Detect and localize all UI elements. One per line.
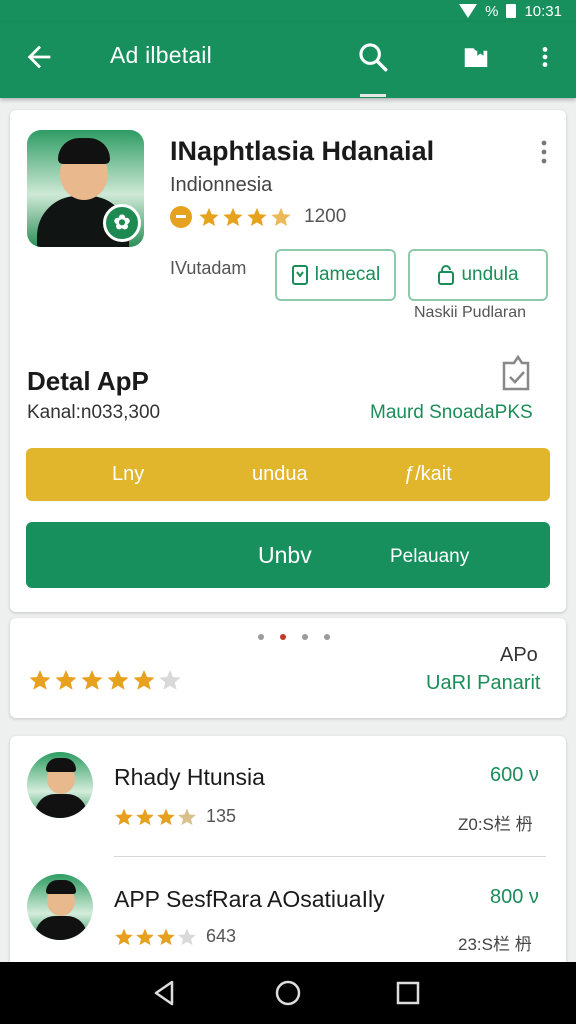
more-options-icon[interactable] <box>536 138 552 166</box>
rating-card-link[interactable]: UaRI Panarit <box>426 672 541 695</box>
app-list-card: Rhady Htunsia 600 ν 135 Z0:S栏 枬 APP Sesf… <box>10 736 566 976</box>
rating-card: APo UaRI Panarit <box>10 618 566 718</box>
app-detail-card: ✿ INaphtlasia Hdanaial Indionnesia 1200 … <box>10 110 566 612</box>
primary-action-sublabel: Pelauany <box>390 546 470 567</box>
star-icon <box>81 670 103 690</box>
action-bar-center[interactable]: undua <box>252 463 308 486</box>
app-rating: 1200 <box>170 206 346 228</box>
nav-home-icon[interactable] <box>273 978 303 1008</box>
signal-icon <box>459 4 478 18</box>
app-subtitle: Indionnesia <box>170 174 273 196</box>
action-bar[interactable]: Lny undua ƒ/kait <box>26 448 550 501</box>
page-dot[interactable] <box>302 634 308 640</box>
coin-icon <box>170 206 192 228</box>
detail-link[interactable]: Maurd SnoadaPKS <box>370 402 533 424</box>
app-bar: Ad ilbetail <box>0 22 576 98</box>
tablet-icon <box>291 265 308 285</box>
rating-card-label: APo <box>500 644 538 666</box>
app-title: INaphtlasia Hdanaial <box>170 136 435 166</box>
avatar <box>27 752 93 818</box>
avatar <box>27 874 93 940</box>
star-icon <box>29 670 51 690</box>
list-item-meta: 23:S栏 枬 <box>458 935 532 954</box>
rating-stars <box>28 668 182 692</box>
list-item[interactable]: Rhady Htunsia 600 ν 135 Z0:S栏 枬 <box>10 736 566 857</box>
status-bar: % 10:31 <box>0 0 576 22</box>
star-icon <box>199 207 219 226</box>
star-icon <box>157 808 175 825</box>
search-icon[interactable] <box>356 40 390 74</box>
bookmark-icon[interactable] <box>460 42 492 72</box>
publisher-name[interactable]: IVutadam <box>170 258 246 279</box>
detail-section-title: Detal ApP <box>27 366 149 396</box>
nav-back-icon[interactable] <box>150 978 180 1008</box>
star-icon <box>115 808 133 825</box>
star-icon <box>157 928 175 945</box>
nav-recents-icon[interactable] <box>393 978 423 1008</box>
list-item-rating-count: 135 <box>206 806 237 826</box>
primary-action-button[interactable]: Unbv Pelauany <box>26 522 550 588</box>
manage-button-label: lamecal <box>314 264 381 285</box>
star-icon <box>136 808 154 825</box>
battery-icon <box>506 4 517 18</box>
battery-percent: % <box>485 2 499 20</box>
primary-action-label: Unbv <box>258 542 312 568</box>
star-empty-icon <box>178 928 196 945</box>
list-item-price: 600 ν <box>490 764 539 786</box>
list-item[interactable]: APP SesfRara AOsatiuaIly 800 ν 643 23:S栏… <box>10 858 566 968</box>
star-icon <box>136 928 154 945</box>
list-item-meta: Z0:S栏 枬 <box>458 815 533 834</box>
star-half-icon <box>271 207 291 226</box>
detail-size: Kanal:n033,300 <box>27 402 161 423</box>
divider <box>114 856 546 857</box>
page-dot[interactable] <box>324 634 330 640</box>
install-helper-text: Naskii Pudlaran <box>414 304 527 321</box>
search-tab-indicator <box>360 94 386 97</box>
list-item-rating: 643 <box>114 926 236 947</box>
list-item-name: Rhady Htunsia <box>114 764 265 790</box>
page-dot[interactable] <box>258 634 264 640</box>
list-item-rating: 135 <box>114 806 236 827</box>
manage-button[interactable]: lamecal <box>275 249 396 301</box>
list-item-name: APP SesfRara AOsatiuaIly <box>114 886 385 912</box>
rating-count: 1200 <box>304 206 347 227</box>
status-time: 10:31 <box>524 2 562 20</box>
install-button[interactable]: undula <box>408 249 548 301</box>
star-icon <box>223 207 243 226</box>
lock-icon <box>438 265 455 285</box>
star-half-icon <box>178 808 196 825</box>
action-bar-right[interactable]: ƒ/kait <box>404 463 452 486</box>
page-dot-active[interactable] <box>280 634 286 640</box>
star-icon <box>107 670 129 690</box>
star-icon <box>247 207 267 226</box>
install-button-label: undula <box>461 264 519 285</box>
app-icon: ✿ <box>27 130 144 247</box>
page-indicator <box>258 634 330 640</box>
action-bar-left[interactable]: Lny <box>112 463 144 486</box>
system-nav-bar <box>0 962 576 1024</box>
list-item-rating-count: 643 <box>206 926 237 946</box>
app-bar-title: Ad ilbetail <box>110 42 212 68</box>
star-icon <box>115 928 133 945</box>
star-icon <box>55 670 77 690</box>
back-arrow-icon[interactable] <box>22 40 56 74</box>
list-item-price: 800 ν <box>490 886 539 908</box>
star-icon <box>133 670 155 690</box>
edit-document-icon[interactable] <box>496 353 536 395</box>
app-badge-icon: ✿ <box>103 204 141 242</box>
overflow-menu-icon[interactable] <box>532 40 558 74</box>
star-half-icon <box>159 670 181 690</box>
